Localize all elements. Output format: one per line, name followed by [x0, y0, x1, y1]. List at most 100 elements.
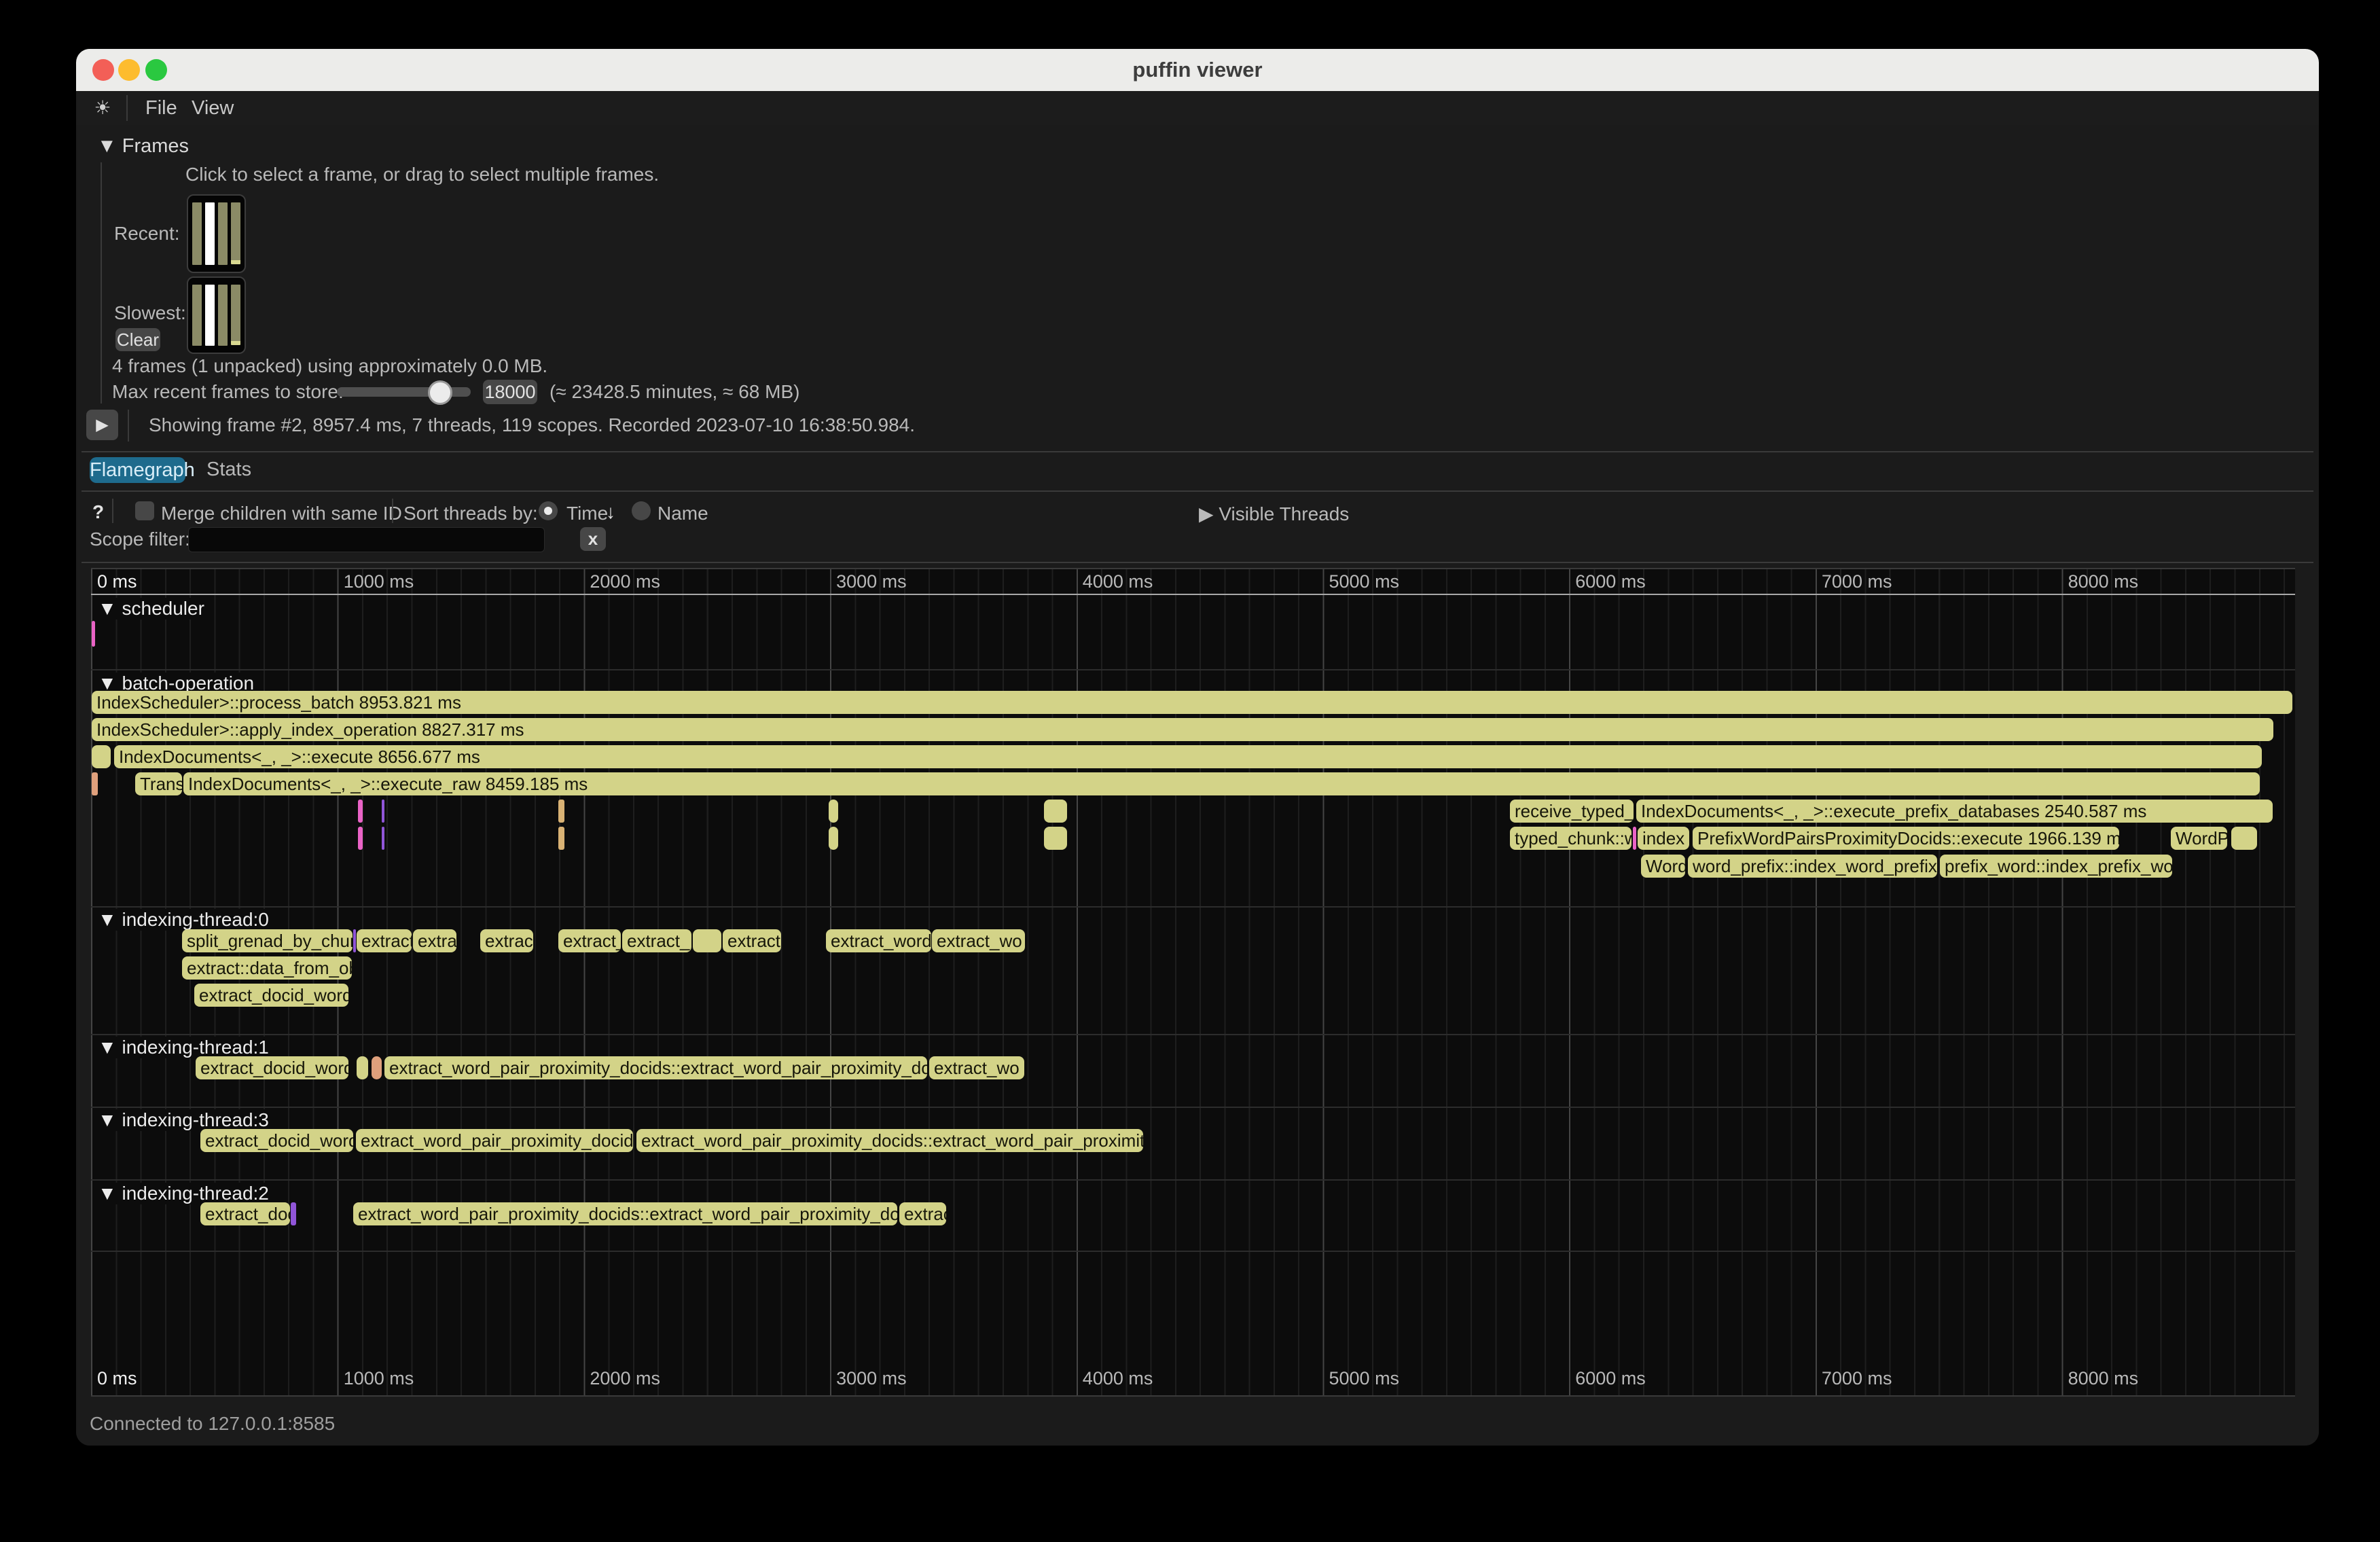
clear-filter-button[interactable]: x	[580, 527, 606, 551]
scope-bar[interactable]: extract_word_pair_proximity_docids	[356, 1129, 633, 1152]
scope-bar[interactable]: extract_word_pair_proximity_docids::extr…	[384, 1056, 927, 1079]
scope-bar[interactable]: extract_doc	[200, 1202, 290, 1225]
frame-info: Showing frame #2, 8957.4 ms, 7 threads, …	[149, 414, 915, 436]
thread-header-scheduler[interactable]: ▼ scheduler	[98, 598, 211, 620]
sort-name-radio[interactable]	[632, 501, 651, 520]
scope-bar[interactable]: extract_docid_word	[194, 984, 348, 1007]
help-button[interactable]: ?	[92, 501, 104, 523]
scope-bar[interactable]: word_prefix::index_word_prefix_	[1688, 855, 1937, 878]
flamegraph-canvas[interactable]: 0 ms0 ms1000 ms1000 ms2000 ms2000 ms3000…	[91, 568, 2295, 1397]
merge-children-checkbox[interactable]	[135, 501, 154, 520]
thread-header-indexing-thread-2[interactable]: ▼ indexing-thread:2	[98, 1183, 276, 1204]
ruler-tick-label: 4000 ms	[1083, 571, 1153, 592]
ruler-tick-label: 8000 ms	[2068, 571, 2139, 592]
scope-bar[interactable]: extract_	[622, 929, 691, 952]
scope-bar[interactable]	[1044, 827, 1067, 850]
tab-flamegraph[interactable]: Flamegraph	[90, 457, 185, 483]
scope-bar[interactable]: extract_docid_word	[200, 1129, 353, 1152]
scope-bar[interactable]: extra	[413, 929, 456, 952]
scope-bar[interactable]: IndexScheduler>::apply_index_operation 8…	[92, 718, 2273, 741]
scope-bar[interactable]: extract_word	[826, 929, 931, 952]
theme-toggle-icon[interactable]: ☀	[88, 95, 117, 121]
scope-bar[interactable]	[558, 800, 564, 823]
scope-bar[interactable]: extract_	[558, 929, 621, 952]
scope-bar[interactable]: prefix_word::index_prefix_wo	[1940, 855, 2172, 878]
ruler-tick-label: 5000 ms	[1329, 571, 1400, 592]
scope-bar[interactable]: extrac	[480, 929, 533, 952]
scope-bar[interactable]	[2231, 827, 2257, 850]
recent-frame-thumbnail[interactable]	[187, 194, 246, 273]
scope-bar[interactable]: IndexScheduler>::process_batch 8953.821 …	[92, 691, 2292, 714]
scope-bar[interactable]	[92, 772, 98, 795]
scope-bar[interactable]: extract_word_pair_proximity_docids::extr…	[353, 1202, 897, 1225]
scope-bar[interactable]: extract::data_from_ob	[182, 956, 352, 980]
sort-direction-arrow-icon[interactable]: ↓	[606, 501, 615, 523]
selected-frame-bar-icon	[205, 202, 215, 265]
scope-bar[interactable]: extract_word_pair_proximity_docids::extr…	[636, 1129, 1143, 1152]
scope-bar[interactable]	[358, 827, 363, 850]
scope-bar[interactable]: index	[1638, 827, 1689, 850]
scope-bar[interactable]: Word	[1641, 855, 1685, 878]
max-frames-slider-knob[interactable]	[428, 380, 452, 405]
frames-hint: Click to select a frame, or drag to sele…	[185, 164, 659, 185]
frame-bar-icon	[192, 202, 202, 265]
menu-view[interactable]: View	[192, 91, 234, 125]
titlebar: puffin viewer	[76, 49, 2319, 91]
thread-header-indexing-thread-0[interactable]: ▼ indexing-thread:0	[98, 909, 276, 931]
ruler-tick-label: 2000 ms	[590, 1368, 660, 1389]
scope-bar[interactable]	[357, 1056, 368, 1079]
scope-bar[interactable]	[829, 800, 838, 823]
scope-bar[interactable]: Trans	[135, 772, 182, 795]
menubar: ☀ File View	[76, 91, 2319, 125]
tab-stats[interactable]: Stats	[206, 459, 251, 481]
scope-bar[interactable]	[1044, 800, 1067, 823]
visible-threads-header[interactable]: ▶ Visible Threads	[1199, 503, 1349, 525]
scope-bar[interactable]	[92, 745, 111, 768]
scope-bar[interactable]	[829, 827, 838, 850]
scope-bar[interactable]: PrefixWordPairsProximityDocids::execute …	[1693, 827, 2119, 850]
thread-header-indexing-thread-3[interactable]: ▼ indexing-thread:3	[98, 1109, 276, 1131]
scope-bar[interactable]: extract_docid_word	[196, 1056, 348, 1079]
scope-bar[interactable]	[1633, 827, 1636, 850]
ruler-tick-label: 6000 ms	[1575, 571, 1646, 592]
thread-header-indexing-thread-1[interactable]: ▼ indexing-thread:1	[98, 1037, 276, 1058]
slowest-frame-thumbnail[interactable]	[187, 276, 246, 354]
scope-bar[interactable]: receive_typed_	[1510, 800, 1634, 823]
scope-bar[interactable]	[382, 800, 384, 823]
scope-bar[interactable]: extract_wo	[932, 929, 1025, 952]
scope-bar[interactable]: extrac	[899, 1202, 946, 1225]
scope-bar[interactable]: IndexDocuments<_, _>::execute_raw 8459.1…	[183, 772, 2260, 795]
scope-bar[interactable]: extract_wo	[929, 1056, 1024, 1079]
scope-bar[interactable]	[372, 1056, 382, 1079]
separator	[82, 490, 2313, 492]
frames-stats-line: 4 frames (1 unpacked) using approximatel…	[112, 355, 547, 377]
scope-bar[interactable]: extract	[723, 929, 781, 952]
ruler-tick-label: 8000 ms	[2068, 1368, 2139, 1389]
scope-bar[interactable]: extract	[357, 929, 412, 952]
menu-file[interactable]: File	[145, 91, 177, 125]
scope-bar[interactable]	[358, 800, 363, 823]
play-button[interactable]: ▶	[86, 410, 118, 440]
frames-section-header[interactable]: ▼ Frames	[97, 135, 189, 158]
scope-bar[interactable]	[291, 1202, 296, 1225]
ruler-separator	[91, 594, 2295, 595]
scope-bar[interactable]	[558, 827, 564, 850]
scope-filter-input[interactable]	[188, 527, 545, 552]
sort-time-radio[interactable]	[539, 501, 558, 520]
scope-bar[interactable]	[353, 929, 356, 952]
clear-slowest-button[interactable]: Clear	[115, 328, 160, 351]
ruler-tick-label: 7000 ms	[1822, 571, 1892, 592]
section-separator	[91, 1179, 2295, 1181]
scope-bar[interactable]	[382, 827, 384, 850]
scope-bar[interactable]	[693, 929, 721, 952]
scope-bar[interactable]	[92, 621, 95, 647]
ruler-tick-label: 1000 ms	[344, 571, 414, 592]
max-frames-value[interactable]: 18000	[483, 380, 537, 404]
ruler-tick-label: 6000 ms	[1575, 1368, 1646, 1389]
scope-bar[interactable]: IndexDocuments<_, _>::execute 8656.677 m…	[114, 745, 2262, 768]
scope-bar[interactable]: split_grenad_by_chun	[182, 929, 353, 952]
scope-bar[interactable]: WordPr	[2171, 827, 2227, 850]
scope-bar[interactable]: IndexDocuments<_, _>::execute_prefix_dat…	[1636, 800, 2273, 823]
selected-frame-bar-icon	[205, 285, 215, 346]
scope-bar[interactable]: typed_chunk::w	[1510, 827, 1631, 850]
